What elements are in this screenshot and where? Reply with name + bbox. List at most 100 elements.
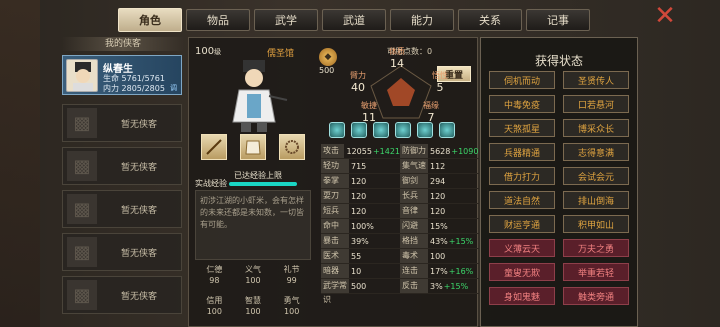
stat-cell: 耍刀 120 <box>321 189 400 203</box>
status-badge[interactable]: 义薄云天 <box>489 239 555 257</box>
attr-value: 14 <box>390 57 404 70</box>
stat-value-number: 715 <box>351 161 367 171</box>
gem-slot-icon[interactable] <box>351 122 367 138</box>
status-badge[interactable]: 中毒免疫 <box>489 95 555 113</box>
hero-mp: 内力 2805/2805 <box>103 84 165 93</box>
stat-value: 120 <box>349 207 367 216</box>
status-badge[interactable]: 伺机而动 <box>489 71 555 89</box>
virtue-item: 仁德 98 <box>195 262 234 293</box>
tab-martial-way[interactable]: 武道 <box>322 9 386 31</box>
hero-list-panel: 我的侠客 纵春生 生命 5761/5761 内力 2805/2805 调 ▩ 暂无… <box>62 37 184 327</box>
stat-value: 120 <box>428 207 446 216</box>
status-badge[interactable]: 会试会元 <box>563 167 629 185</box>
tab-character[interactable]: 角色 <box>118 8 182 32</box>
hero-list-title: 我的侠客 <box>62 37 184 51</box>
stat-value-number: 100% <box>351 221 374 231</box>
stat-name: 暗器 <box>321 264 349 278</box>
stat-name: 闪避 <box>400 219 428 233</box>
tab-journal[interactable]: 记事 <box>526 9 590 31</box>
status-badge[interactable]: 触类旁通 <box>563 287 629 305</box>
stat-value: 43%+15% <box>428 237 473 246</box>
stat-row: 攻击力12055+1421防御力5628+1090 <box>321 144 479 169</box>
stat-cell: 武学常识 500 <box>321 279 400 304</box>
stat-value-number: 500 <box>351 281 367 291</box>
status-badge[interactable]: 借力打力 <box>489 167 555 185</box>
virtue-value: 100 <box>245 276 261 285</box>
virtue-item: 智慧 100 <box>234 293 273 324</box>
stat-value: 5628+1090 <box>428 147 478 156</box>
gem-slots <box>329 122 455 138</box>
status-badge[interactable]: 圣贤传人 <box>563 71 629 89</box>
status-badge[interactable]: 志得意满 <box>563 143 629 161</box>
stat-name: 音律 <box>400 204 428 218</box>
stat-bonus: +1090 <box>451 146 479 156</box>
gem-slot-icon[interactable] <box>395 122 411 138</box>
virtue-name: 仁德 <box>206 265 223 274</box>
level-unit: 级 <box>214 48 222 56</box>
attr-value: 40 <box>351 81 365 94</box>
tab-martial-arts[interactable]: 武学 <box>254 9 318 31</box>
status-badge[interactable]: 积甲如山 <box>563 215 629 233</box>
gem-slot-icon[interactable] <box>417 122 433 138</box>
stat-row: 短兵 120 音律 120 <box>321 204 479 219</box>
stat-value: 3%+15% <box>428 282 468 291</box>
status-badge[interactable]: 口若悬河 <box>563 95 629 113</box>
stat-value-number: 12055 <box>346 146 372 156</box>
empty-slot-label: 暂无侠客 <box>121 162 158 173</box>
accessory-slot[interactable] <box>279 134 305 160</box>
virtue-item: 信用 100 <box>195 293 234 324</box>
stat-name: 集气速度 <box>400 159 428 184</box>
status-badge[interactable]: 财运亨通 <box>489 215 555 233</box>
virtue-name: 礼节 <box>283 265 300 274</box>
stat-row: 暴击 39% 格挡 43%+15% <box>321 234 479 249</box>
stat-value: 120 <box>428 192 446 201</box>
status-badge[interactable]: 童叟无欺 <box>489 263 555 281</box>
empty-hero-slot[interactable]: ▩ 暂无侠客 <box>62 104 182 142</box>
empty-hero-slot[interactable]: ▩ 暂无侠客 <box>62 190 182 228</box>
hero-card[interactable]: 纵春生 生命 5761/5761 内力 2805/2805 调 <box>62 55 182 95</box>
stat-cell: 毒术 100 <box>400 249 479 263</box>
stat-cell: 反击 3%+15% <box>400 279 479 293</box>
status-grid: 伺机而动 圣贤传人 中毒免疫 口若悬河 天煞孤星 博采众长 兵器精通 志得意满 借力打力 会试会元… <box>489 71 629 305</box>
stat-cell: 攻击力12055+1421 <box>321 144 400 169</box>
gem-slot-icon[interactable] <box>439 122 455 138</box>
stats-table: 攻击力12055+1421防御力5628+1090轻功715集气速度112拳掌1… <box>321 144 479 304</box>
gem-slot-icon[interactable] <box>373 122 389 138</box>
status-panel-title: 获得状态 <box>534 54 583 68</box>
stat-value: 39% <box>349 237 370 246</box>
status-badge[interactable]: 博采众长 <box>563 119 629 137</box>
stat-cell: 长兵 120 <box>400 189 479 203</box>
tab-abilities[interactable]: 能力 <box>390 9 454 31</box>
status-badge[interactable]: 天煞孤星 <box>489 119 555 137</box>
tab-relations[interactable]: 关系 <box>458 9 522 31</box>
weapon-slot[interactable] <box>201 134 227 160</box>
status-badge[interactable]: 身如鬼魅 <box>489 287 555 305</box>
gem-slot-icon[interactable] <box>329 122 345 138</box>
stat-value: 715 <box>349 162 367 171</box>
stat-name: 命中 <box>321 219 349 233</box>
status-badge[interactable]: 万夫之勇 <box>563 239 629 257</box>
empty-hero-slot[interactable]: ▩ 暂无侠客 <box>62 276 182 314</box>
tab-items[interactable]: 物品 <box>186 9 250 31</box>
tab-bar: 角色 物品 武学 武道 能力 关系 记事 <box>118 8 590 33</box>
background-decoration <box>0 0 40 327</box>
stat-value-number: 112 <box>430 161 446 171</box>
empty-slot-icon: ▩ <box>67 108 97 138</box>
stat-cell: 格挡 43%+15% <box>400 234 479 248</box>
virtue-value: 99 <box>286 276 297 285</box>
status-badge[interactable]: 道法自然 <box>489 191 555 209</box>
stat-bonus: +1421 <box>372 146 400 156</box>
empty-hero-slot[interactable]: ▩ 暂无侠客 <box>62 147 182 185</box>
empty-slot-icon: ▩ <box>67 237 97 267</box>
close-icon[interactable]: ✕ <box>652 3 678 29</box>
armor-slot[interactable] <box>240 134 266 160</box>
status-badge[interactable]: 兵器精通 <box>489 143 555 161</box>
stat-name: 暴击 <box>321 234 349 248</box>
stat-cell: 短兵 120 <box>321 204 400 218</box>
status-badge[interactable]: 排山倒海 <box>563 191 629 209</box>
stat-row: 医术 55 毒术 100 <box>321 249 479 264</box>
empty-hero-slot[interactable]: ▩ 暂无侠客 <box>62 233 182 271</box>
stat-row: 暗器 10 连击 17%+16% <box>321 264 479 279</box>
stat-value-number: 294 <box>430 176 446 186</box>
status-badge[interactable]: 举重若轻 <box>563 263 629 281</box>
